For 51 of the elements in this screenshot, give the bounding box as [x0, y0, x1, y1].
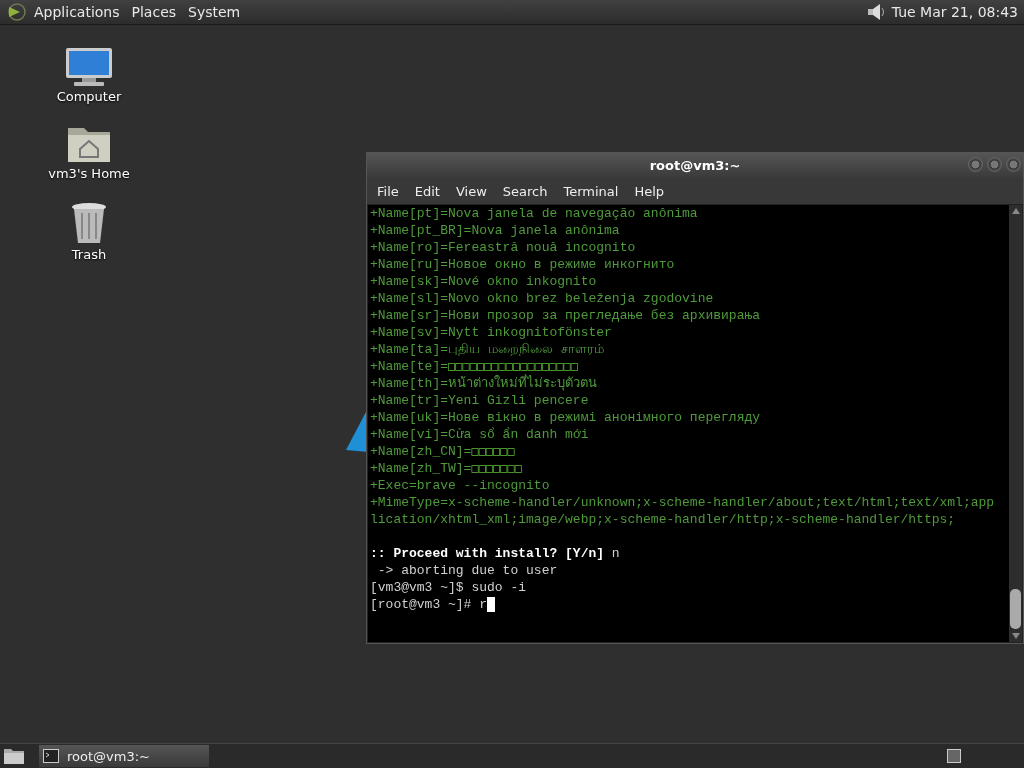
terminal-line: +Name[sr]=Нови прозор за прегледање без архивирања: [370, 308, 761, 323]
menu-item[interactable]: Help: [626, 183, 673, 199]
menu-item[interactable]: View: [447, 183, 495, 199]
scroll-down-icon[interactable]: [1011, 633, 1020, 639]
terminal-line: +Name[ta]=புதிய மறைநிலை சாளரம்: [370, 342, 604, 357]
menu-item[interactable]: Terminal: [555, 183, 627, 199]
terminal-line: -> aborting due to user: [376, 563, 558, 578]
terminal-line: +Name[sv]=Nytt inkognitofönster: [370, 325, 612, 340]
terminal-line: :: Proceed with install? [Y/n] n: [370, 546, 620, 561]
terminal-line: lication/xhtml_xml;image/webp;x-scheme-handler/http;x-scheme-handler/https;: [370, 512, 956, 527]
workspace-switcher[interactable]: [947, 749, 961, 763]
terminal-line: +Name[vi]=Cửa sổ ẩn danh mới: [370, 427, 589, 442]
terminal-line: +MimeType=x-scheme-handler/unknown;x-scheme-handler/about;text/html;text/xml;app: [370, 495, 995, 510]
trash-icon[interactable]: [69, 201, 109, 245]
scroll-thumb[interactable]: [1010, 589, 1021, 629]
terminal-line: +Name[ru]=Новое окно в режиме инкогнито: [370, 257, 675, 272]
scrollbar[interactable]: [1009, 205, 1022, 642]
maximize-button[interactable]: [987, 157, 1002, 172]
terminal-line: +Name[pt]=Nova janela de navegação anônima: [370, 206, 698, 221]
panel-menu[interactable]: Places: [131, 4, 177, 20]
terminal-icon: [43, 749, 59, 763]
panel-menu[interactable]: Applications: [34, 4, 120, 20]
terminal-line: +Exec=brave --incognito: [370, 478, 550, 493]
terminal-line: +Name[sk]=Nové okno inkognito: [370, 274, 597, 289]
menu-item[interactable]: Edit: [406, 183, 448, 199]
close-button[interactable]: [1006, 157, 1021, 172]
desktop-icon-label[interactable]: Computer: [56, 89, 122, 104]
panel-menu[interactable]: System: [188, 4, 241, 20]
menu-item[interactable]: Search: [494, 183, 556, 199]
computer-icon[interactable]: [64, 47, 114, 87]
clock[interactable]: Tue Mar 21, 08:43: [891, 4, 1018, 20]
speaker-icon[interactable]: [865, 2, 886, 22]
terminal-line: [vm3@vm3 ~]$ sudo -i: [370, 580, 527, 595]
terminal-line: [root@vm3 ~]# r: [370, 597, 488, 612]
terminal-line: +Name[pt_BR]=Nova janela anônima: [370, 223, 620, 238]
scroll-up-icon[interactable]: [1011, 208, 1020, 214]
minimize-button[interactable]: [968, 157, 983, 172]
taskbar-button[interactable]: root@vm3:~: [39, 745, 209, 767]
desktop-icon-label[interactable]: Trash: [71, 247, 107, 262]
menu-item[interactable]: File: [369, 183, 407, 199]
terminal-line: +Name[sl]=Novo okno brez beleženja zgodovine: [370, 291, 714, 306]
desktop-icon-label[interactable]: vm3's Home: [48, 166, 130, 181]
terminal-line: +Name[zh_CN]=□□□□□□: [370, 444, 515, 459]
terminal-line: +Name[tr]=Yeni Gizli pencere: [370, 393, 589, 408]
terminal-line: +Name[ro]=Fereastră nouă incognito: [370, 240, 636, 255]
terminal-line: +Name[te]=□□□□□□□□□□□□□□□□□□: [370, 359, 579, 374]
window-title: root@vm3:~: [649, 158, 741, 173]
terminal-line: +Name[uk]=Нове вікно в режимі анонімного перегляду: [370, 410, 761, 425]
cursor: [487, 597, 496, 613]
folder-icon[interactable]: [3, 747, 25, 765]
terminal-line: +Name[zh_TW]=□□□□□□□: [370, 461, 522, 476]
